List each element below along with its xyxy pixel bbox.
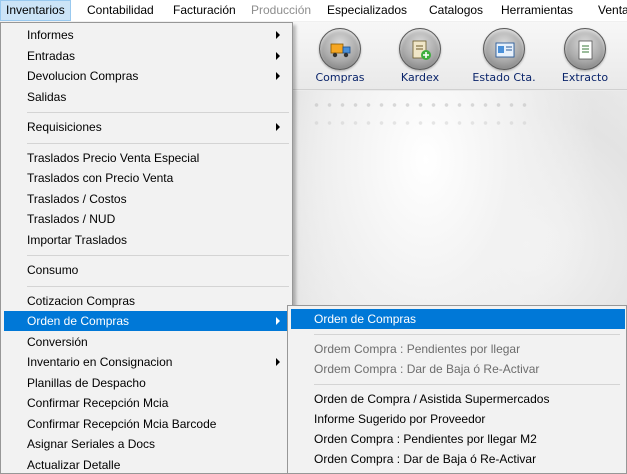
menu-item-orden-de-compra-asistida-supermercados[interactable]: Orden de Compra / Asistida Supermercados [291, 389, 625, 409]
menu-item-label: Asignar Seriales a Docs [27, 437, 156, 451]
menu-separator [27, 285, 289, 287]
menubar-produccion: Producción [251, 3, 312, 17]
chevron-right-icon [276, 72, 280, 80]
menu-item-label: Inventario en Consignacion [27, 355, 173, 369]
menu-item-label: Orden de Compras [27, 314, 130, 328]
menu-item-label: Requisiciones [27, 120, 102, 134]
menu-item-ordem-compra-dar-de-baja-o-re-activar: Ordem Compra : Dar de Baja ó Re-Activar [291, 359, 625, 379]
inventarios-menu: Informes Entradas Devolucion Compras Salida… [0, 22, 293, 474]
menu-item-label: Consumo [27, 263, 79, 277]
toolbar-label: Compras [315, 71, 365, 84]
menu-item-requisiciones[interactable]: Requisiciones [4, 117, 289, 137]
menu-item-consumo[interactable]: Consumo [4, 260, 289, 280]
toolbar-label: Extracto [561, 71, 609, 84]
menu-item-traslados-costos[interactable]: Traslados / Costos [4, 189, 289, 209]
menu-item-label: Traslados Precio Venta Especial [27, 150, 200, 165]
clipboard-add-icon [399, 28, 441, 70]
menu-item-confirmar-recepcion-mcia[interactable]: Confirmar Recepción Mcia [4, 393, 289, 413]
menu-item-inventario-en-consignacion[interactable]: Inventario en Consignacion [4, 352, 289, 372]
chevron-right-icon [276, 123, 280, 131]
menu-item-orden-de-compras[interactable]: Orden de Compras [4, 311, 289, 331]
menu-item-label: Entradas [27, 48, 76, 63]
menu-item-label: Ordem Compra : Dar de Baja ó Re-Activar [314, 362, 540, 376]
toolbar-button-compras[interactable]: Compras [295, 24, 385, 90]
menubar-facturacion[interactable]: Facturación [167, 0, 242, 21]
menu-item-label: Informe Sugerido por Proveedor [314, 412, 486, 426]
menu-item-label: Orden de Compras [314, 312, 417, 326]
menubar-especializados[interactable]: Especializados [321, 0, 413, 21]
menu-item-traslados-nud[interactable]: Traslados / NUD [4, 209, 289, 229]
menu-item-label: Devolucion Compras [27, 69, 139, 83]
menubar-catalogos[interactable]: Catalogos [423, 0, 489, 21]
menu-item-label: Traslados con Precio Venta [27, 171, 174, 185]
id-card-icon [483, 28, 525, 70]
menu-item-label: Conversión [27, 334, 88, 349]
menu-item-label: Cotizacion Compras [27, 293, 136, 308]
menu-item-actualizar-detalle[interactable]: Actualizar Detalle [4, 455, 289, 474]
menu-item-label: Orden Compra : Dar de Baja ó Re-Activar [314, 452, 537, 466]
menu-item-cotizacion-compras[interactable]: Cotizacion Compras [4, 291, 289, 311]
chevron-right-icon [276, 317, 280, 325]
menu-item-asignar-seriales-a-docs[interactable]: Asignar Seriales a Docs [4, 434, 289, 454]
menu-item-traslados-con-precio-venta[interactable]: Traslados con Precio Venta [4, 168, 289, 188]
menu-item-label: Confirmar Recepción Mcia Barcode [27, 416, 217, 431]
toolbar-button-estado-cta[interactable]: Estado Cta. [459, 24, 549, 90]
menu-item-label: Orden Compra : Pendientes por llegar M2 [314, 432, 537, 446]
menu-separator [27, 112, 289, 113]
menubar-herramientas[interactable]: Herramientas [495, 0, 579, 21]
menu-item-label: Planillas de Despacho [27, 375, 146, 390]
menu-item-label: Orden de Compra / Asistida Supermercados [314, 392, 550, 406]
menu-item-label: Traslados / Costos [27, 191, 127, 206]
background-pattern [310, 100, 530, 110]
menu-separator [314, 334, 620, 335]
menu-item-label: Informes [27, 28, 74, 42]
menu-item-importar-traslados[interactable]: Importar Traslados [4, 230, 289, 250]
menu-separator [27, 255, 289, 256]
menu-item-label: Ordem Compra : Pendientes por llegar [314, 342, 521, 356]
toolbar-label: Kardex [400, 71, 440, 84]
truck-icon [319, 28, 361, 70]
menu-item-conversion[interactable]: Conversión [4, 332, 289, 352]
menu-item-orden-compra-dar-de-baja-o-re-activar[interactable]: Orden Compra : Dar de Baja ó Re-Activar [291, 449, 625, 469]
toolbar-button-extracto[interactable]: Extracto [540, 24, 627, 90]
background-pattern [310, 118, 530, 128]
menu-item-label: Importar Traslados [27, 232, 128, 247]
toolbar-button-kardex[interactable]: Kardex [375, 24, 465, 90]
menu-item-planillas-de-despacho[interactable]: Planillas de Despacho [4, 373, 289, 393]
menubar-inventarios[interactable]: Inventarios [0, 0, 71, 21]
menu-item-orden-compra-pendientes-por-llegar-m2[interactable]: Orden Compra : Pendientes por llegar M2 [291, 429, 625, 449]
menu-item-label: Confirmar Recepción Mcia [27, 396, 169, 410]
menu-item-traslados-precio-venta-especial[interactable]: Traslados Precio Venta Especial [4, 148, 289, 168]
menu-item-ordem-compra-pendientes-por-llegar: Ordem Compra : Pendientes por llegar [291, 339, 625, 359]
menu-item-label: Actualizar Detalle [27, 457, 121, 472]
menubar-ventas[interactable]: Venta [592, 0, 627, 21]
menu-item-confirmar-recepcion-mcia-barcode[interactable]: Confirmar Recepción Mcia Barcode [4, 414, 289, 434]
menu-item-salidas[interactable]: Salidas [4, 87, 289, 107]
menubar: Inventarios Contabilidad Facturación Pro… [0, 0, 627, 22]
menu-item-label: Traslados / NUD [27, 212, 116, 226]
document-icon [564, 28, 606, 70]
menu-item-informes[interactable]: Informes [4, 25, 289, 45]
menu-item-devolucion-compras[interactable]: Devolucion Compras [4, 66, 289, 86]
chevron-right-icon [276, 51, 280, 60]
menu-item-entradas[interactable]: Entradas [4, 46, 289, 66]
menu-item-orden-de-compras[interactable]: Orden de Compras [291, 309, 625, 329]
menu-item-informe-sugerido-por-proveedor[interactable]: Informe Sugerido por Proveedor [291, 409, 625, 429]
chevron-right-icon [276, 358, 280, 366]
toolbar-label: Estado Cta. [472, 71, 536, 84]
menu-item-label: Salidas [27, 89, 67, 104]
menu-separator [27, 142, 289, 144]
chevron-right-icon [276, 31, 280, 39]
orden-de-compras-submenu: Orden de Compras Ordem Compra : Pendiente… [287, 305, 627, 474]
menubar-contabilidad[interactable]: Contabilidad [81, 0, 160, 21]
menu-separator [314, 384, 620, 385]
